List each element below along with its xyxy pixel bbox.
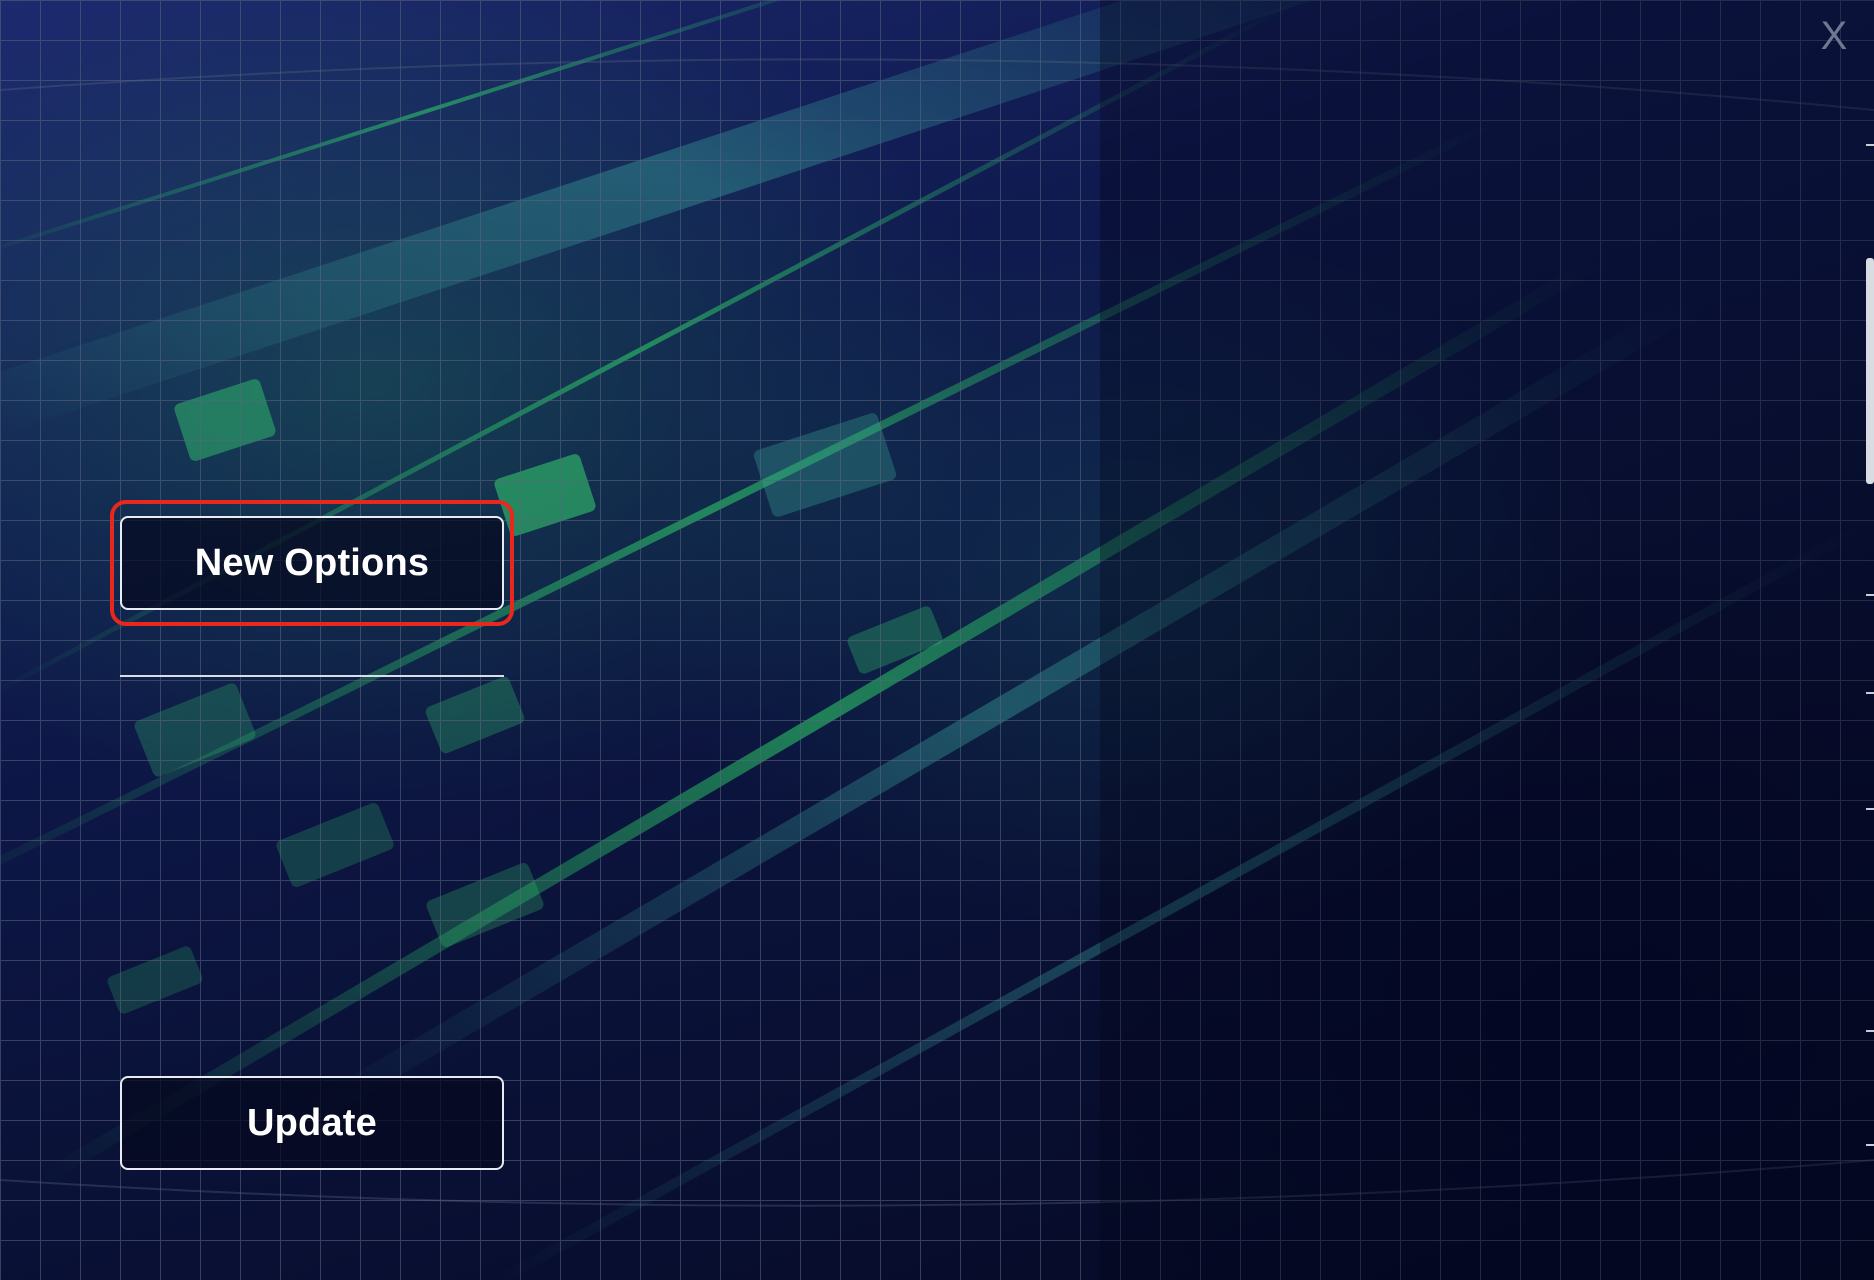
close-icon: X <box>1820 14 1848 58</box>
new-options-label: New Options <box>194 541 430 584</box>
update-label: Update <box>247 1101 377 1144</box>
new-options-button[interactable]: New Options <box>120 516 504 610</box>
scrollbar-track[interactable] <box>1866 0 1874 1280</box>
update-button[interactable]: Update <box>120 1076 504 1170</box>
scrollbar-tick <box>1866 144 1874 146</box>
scrollbar-tick <box>1866 692 1874 694</box>
scrollbar-thumb[interactable] <box>1866 258 1874 484</box>
app-window: X New Options Update <box>0 0 1874 1280</box>
scrollbar-tick <box>1866 808 1874 810</box>
scrollbar-tick <box>1866 594 1874 596</box>
scrollbar-tick <box>1866 1030 1874 1032</box>
scrollbar-tick <box>1866 1144 1874 1146</box>
divider <box>120 675 504 677</box>
close-button[interactable]: X <box>1812 12 1856 60</box>
